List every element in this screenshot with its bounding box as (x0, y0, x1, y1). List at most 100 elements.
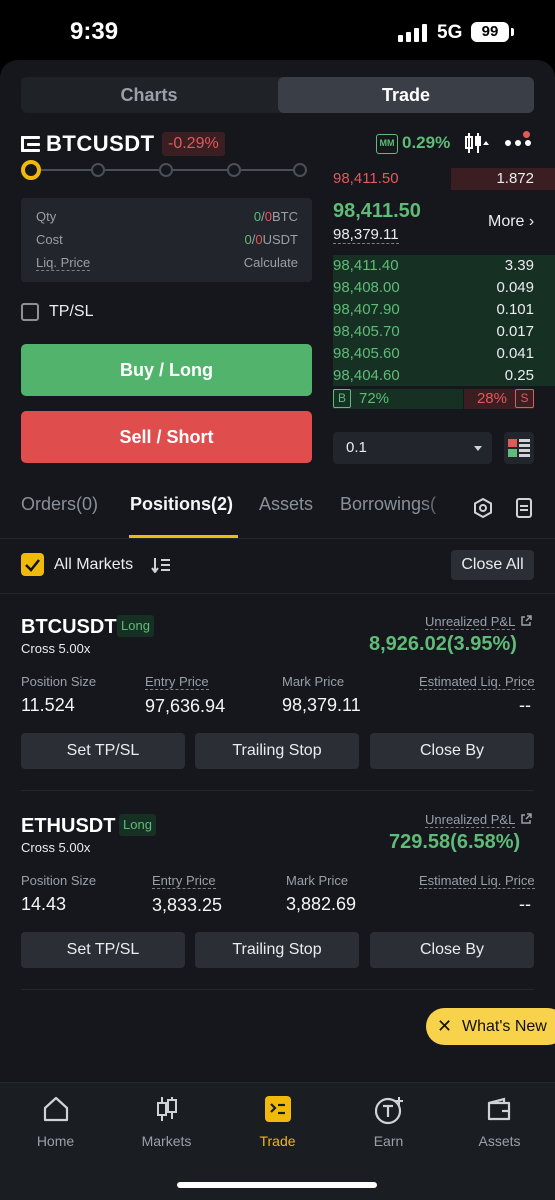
trailing-stop-button[interactable]: Trailing Stop (195, 733, 359, 769)
bid-qty: 0.041 (496, 345, 534, 362)
settings-hex-icon[interactable] (472, 497, 494, 519)
bid-qty: 0.017 (496, 323, 534, 340)
long-tag: Long (119, 814, 156, 836)
slider-thumb[interactable] (21, 160, 41, 180)
close-by-button[interactable]: Close By (370, 733, 534, 769)
view-segmented-control: Charts Trade (21, 77, 534, 113)
nav-home[interactable]: Home (0, 1083, 111, 1163)
nav-earn[interactable]: Earn (333, 1083, 444, 1163)
trailing-stop-button[interactable]: Trailing Stop (195, 932, 359, 968)
qty-value: 0/0BTC (253, 209, 298, 224)
buy-long-button[interactable]: Buy / Long (21, 344, 312, 396)
slider-step[interactable] (227, 163, 241, 177)
order-info-box: Qty 0/0BTC Cost 0/0USDT Liq. Price Calcu… (21, 198, 312, 282)
share-icon[interactable] (520, 813, 532, 825)
buy-percent: 72% (359, 390, 390, 407)
nav-markets[interactable]: Markets (111, 1083, 222, 1163)
ask-price: 98,411.50 (333, 170, 399, 187)
price-change-badge: -0.29% (162, 132, 225, 156)
slider-step[interactable] (159, 163, 173, 177)
set-tpsl-button[interactable]: Set TP/SL (21, 932, 185, 968)
status-bar: 9:39 5G 99 (0, 0, 555, 60)
ask-qty: 1.872 (496, 170, 534, 187)
mm-value: 0.29% (402, 133, 451, 152)
bid-qty: 3.39 (504, 257, 534, 274)
tpsl-checkbox[interactable] (21, 303, 39, 321)
nav-assets[interactable]: Assets (444, 1083, 555, 1163)
symbol-menu-icon[interactable] (21, 136, 40, 152)
bid-row[interactable]: 98,411.40 3.39 (333, 255, 555, 277)
position-size-value: 11.524 (21, 695, 75, 715)
position-symbol[interactable]: BTCUSDT (21, 616, 117, 639)
candlestick-icon[interactable] (464, 131, 490, 155)
home-icon (43, 1096, 69, 1122)
position-symbol[interactable]: ETHUSDT (21, 815, 115, 838)
close-by-button[interactable]: Close By (370, 932, 534, 968)
bid-row[interactable]: 98,407.90 0.101 (333, 299, 555, 321)
bid-row[interactable]: 98,405.60 0.041 (333, 343, 555, 365)
cost-row: Cost 0/0USDT (36, 232, 298, 252)
margin-mode: Cross 5.00x (21, 641, 91, 656)
markets-icon (157, 1097, 177, 1121)
bid-qty: 0.049 (496, 279, 534, 296)
position-size-label: Position Size (21, 873, 97, 888)
trade-icon (265, 1096, 291, 1122)
bid-qty: 0.101 (496, 301, 534, 318)
upl-label: Unrealized P&L (425, 812, 516, 828)
nav-trade[interactable]: Trade (222, 1083, 333, 1163)
sell-short-button[interactable]: Sell / Short (21, 411, 312, 463)
bid-row[interactable]: 98,408.00 0.049 (333, 277, 555, 299)
qty-label: Qty (36, 209, 57, 224)
share-icon[interactable] (520, 615, 532, 627)
mm-badge: MM (376, 134, 398, 154)
orderbook-more-link[interactable]: More › (488, 213, 534, 231)
upl-value: 729.58(6.58%) (389, 831, 521, 853)
orderbook-layout-icon[interactable] (504, 432, 534, 464)
precision-select[interactable]: 0.1 (333, 432, 492, 464)
nav-label: Trade (259, 1133, 296, 1149)
bid-price: 98,404.60 (333, 367, 400, 384)
slider-step[interactable] (293, 163, 307, 177)
mark-price-value: 3,882.69 (286, 894, 357, 914)
all-markets-checkbox[interactable] (21, 553, 44, 576)
more-options-icon[interactable] (505, 140, 533, 148)
precision-value: 0.1 (346, 439, 367, 456)
all-markets-label[interactable]: All Markets (54, 556, 133, 574)
bid-row[interactable]: 98,405.70 0.017 (333, 321, 555, 343)
bid-qty: 0.25 (504, 367, 534, 384)
tab-orders[interactable]: Orders(0) (21, 494, 98, 515)
sell-badge: S (515, 389, 534, 408)
symbol-name[interactable]: BTCUSDT (46, 131, 155, 157)
slider-step[interactable] (91, 163, 105, 177)
battery-icon: 99 (471, 22, 509, 42)
ask-row[interactable]: 98,411.50 1.872 (333, 168, 555, 190)
tpsl-label[interactable]: TP/SL (49, 303, 93, 321)
earn-icon (375, 1097, 403, 1125)
tab-assets[interactable]: Assets (259, 494, 313, 515)
upl-label: Unrealized P&L (425, 614, 516, 630)
charts-tab[interactable]: Charts (21, 77, 277, 113)
close-icon[interactable]: ✕ (437, 1008, 452, 1045)
liq-price-value: -- (519, 695, 531, 715)
tabs-divider (0, 538, 555, 539)
check-icon (25, 559, 40, 572)
bid-price: 98,408.00 (333, 279, 400, 296)
bid-row[interactable]: 98,404.60 0.25 (333, 365, 555, 387)
card-divider (21, 989, 534, 990)
sort-icon[interactable] (151, 557, 171, 573)
whats-new-pill[interactable]: ✕ What's New (426, 1008, 555, 1045)
history-icon[interactable] (515, 498, 533, 518)
notification-dot (523, 131, 530, 138)
trade-tab[interactable]: Trade (278, 77, 534, 113)
position-size-label: Position Size (21, 674, 97, 689)
home-indicator (177, 1182, 377, 1188)
network-label: 5G (437, 22, 463, 43)
section-divider (0, 593, 555, 594)
calculate-link[interactable]: Calculate (244, 255, 298, 270)
set-tpsl-button[interactable]: Set TP/SL (21, 733, 185, 769)
tab-positions[interactable]: Positions(2) (130, 494, 233, 515)
close-all-button[interactable]: Close All (451, 550, 534, 580)
nav-label: Home (36, 1133, 75, 1149)
position-size-value: 14.43 (21, 894, 67, 914)
mark-price: 98,379.11 (333, 226, 399, 244)
